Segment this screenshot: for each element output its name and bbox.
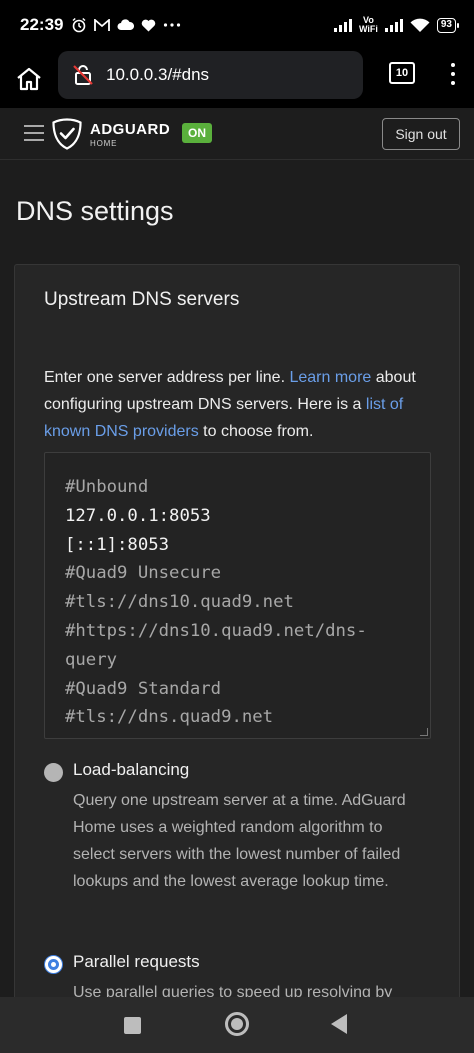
- sign-out-button[interactable]: Sign out: [382, 118, 460, 150]
- address-bar[interactable]: 10.0.0.3/#dns: [58, 51, 363, 99]
- heart-icon: [142, 19, 156, 31]
- status-time: 22:39: [20, 15, 64, 34]
- upstream-servers-textarea[interactable]: #Unbound 127.0.0.1:8053 [::1]:8053 #Quad…: [44, 452, 431, 739]
- not-secure-lock-icon[interactable]: [70, 62, 96, 88]
- radio-load-balancing[interactable]: [44, 763, 63, 782]
- home-icon: [17, 67, 41, 91]
- mode-label[interactable]: Load-balancing: [73, 760, 189, 780]
- brand: ADGUARD HOME: [90, 121, 170, 148]
- system-navigation-bar: [0, 997, 474, 1053]
- mode-description: Query one upstream server at a time. AdG…: [73, 792, 406, 890]
- upstream-line: query: [65, 649, 118, 670]
- status-left-icons: [71, 17, 181, 33]
- upstream-servers-text[interactable]: #Unbound 127.0.0.1:8053 [::1]:8053 #Quad…: [65, 473, 430, 738]
- brand-name: ADGUARD: [90, 121, 171, 138]
- upstream-line: #Quad9 Standard: [65, 678, 222, 699]
- upstream-dns-card: Upstream DNS servers Enter one server ad…: [14, 264, 460, 1024]
- upstream-line: [::1]:8053: [65, 534, 170, 555]
- brand-subtitle: HOME: [90, 139, 118, 148]
- cloud-icon: [117, 19, 135, 30]
- resize-handle-icon[interactable]: [420, 728, 428, 736]
- upstream-description: Enter one server address per line. Learn…: [44, 364, 444, 445]
- upstream-line: #tls://dns10.quad9.net: [65, 592, 294, 613]
- radio-parallel-requests[interactable]: [44, 955, 63, 974]
- card-title: Upstream DNS servers: [44, 289, 240, 310]
- tab-switcher-button[interactable]: 10: [389, 62, 415, 84]
- url-text[interactable]: 10.0.0.3/#dns: [106, 65, 209, 85]
- alarm-icon: [72, 17, 86, 33]
- upstream-line: #tls://dns.quad9.net: [65, 707, 274, 728]
- battery-indicator: 93: [436, 17, 460, 33]
- signal-icon-2: [384, 18, 403, 32]
- signal-icon: [333, 18, 352, 32]
- description-text-1: Enter one server address per line.: [44, 369, 290, 386]
- upstream-line: #Unbound: [65, 477, 149, 497]
- gmail-icon: [94, 18, 111, 31]
- status-right-icons: Vo WiFi 93: [333, 15, 460, 34]
- browser-menu-button[interactable]: [445, 60, 461, 88]
- upstream-line: #Quad9 Unsecure: [65, 563, 222, 584]
- protection-status-badge: ON: [182, 123, 212, 143]
- vowifi-label: Vo WiFi: [358, 15, 378, 34]
- hamburger-menu-icon[interactable]: [24, 125, 44, 141]
- app-header: ADGUARD HOME ON Sign out: [0, 108, 474, 160]
- upstream-line: 127.0.0.1:8053: [65, 505, 211, 526]
- back-icon[interactable]: [331, 1014, 347, 1034]
- mode-label[interactable]: Parallel requests: [73, 952, 200, 972]
- page-title: DNS settings: [16, 196, 174, 226]
- description-text-3: to choose from.: [198, 423, 314, 440]
- upstream-line: #https://dns.quad9.net/dns-query: [65, 736, 398, 738]
- learn-more-link[interactable]: Learn more: [289, 369, 371, 386]
- recents-icon[interactable]: [124, 1017, 141, 1034]
- home-circle-icon[interactable]: [225, 1012, 249, 1036]
- status-bar: 22:39 Vo WiFi 93: [0, 0, 474, 50]
- wifi-icon: [410, 18, 430, 32]
- upstream-line: #https://dns10.quad9.net/dns-: [65, 620, 367, 641]
- more-dots-icon: [164, 23, 181, 27]
- adguard-shield-logo: [52, 118, 82, 150]
- home-button[interactable]: [9, 59, 49, 99]
- browser-toolbar: 10.0.0.3/#dns 10: [0, 50, 474, 108]
